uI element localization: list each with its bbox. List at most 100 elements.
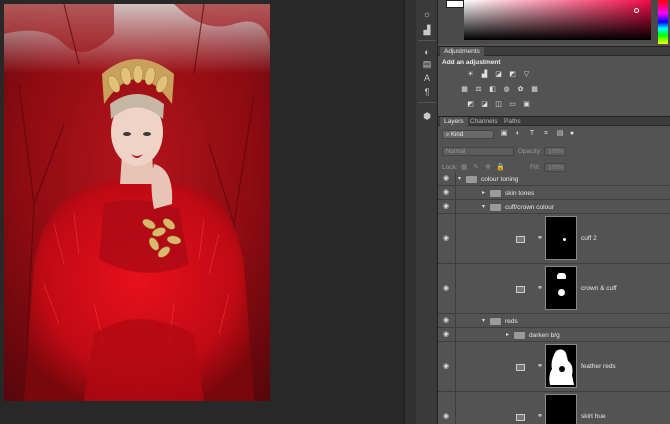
layer-name: reds: [505, 318, 518, 325]
black-white-icon[interactable]: ◧: [488, 86, 497, 94]
layer-row-crown-cuff[interactable]: ◉ ⚭ crown & cuff: [438, 264, 670, 314]
folder-icon: [490, 204, 501, 211]
canvas-area[interactable]: [0, 0, 404, 424]
collapse-triangle-icon[interactable]: ▾: [458, 175, 461, 182]
eye-icon[interactable]: ◉: [441, 317, 451, 325]
layer-name: cuff/crown colour: [505, 204, 555, 211]
foreground-swatch[interactable]: [446, 0, 464, 8]
layer-mask-thumbnail[interactable]: [545, 266, 577, 310]
threshold-icon[interactable]: ◫: [494, 101, 503, 109]
filter-kind-label: Kind: [451, 132, 464, 138]
lock-all-icon[interactable]: 🔒: [496, 164, 505, 172]
layer-row-colour-toning[interactable]: ◉ ▾ colour toning: [438, 172, 670, 186]
filter-adjustment-icon[interactable]: ◐: [514, 130, 522, 138]
layer-name: crown & cuff: [581, 285, 617, 292]
posterize-icon[interactable]: ◪: [480, 101, 489, 109]
layer-name: skin tones: [505, 190, 535, 197]
layer-name: colour toning: [481, 176, 519, 183]
document-image[interactable]: [4, 4, 270, 401]
lock-position-icon[interactable]: ✥: [484, 164, 492, 172]
link-chain-icon[interactable]: ⚭: [537, 285, 543, 293]
right-panels: Adjustments Add an adjustment ☀ ▟ ◪ ◩ ▽ …: [438, 0, 670, 424]
filter-type-icon[interactable]: T: [528, 130, 536, 138]
gradient-map-icon[interactable]: ▭: [508, 101, 517, 109]
tab-paths[interactable]: Paths: [500, 117, 525, 126]
lock-transparent-icon[interactable]: ▦: [460, 164, 468, 172]
filter-shape-icon[interactable]: ⌗: [542, 130, 550, 138]
blend-mode-select[interactable]: Normal: [442, 147, 514, 156]
color-picker-panel: [438, 0, 670, 44]
character-icon[interactable]: A: [420, 72, 434, 84]
collapse-triangle-icon[interactable]: ▾: [482, 203, 485, 210]
3d-cube-icon[interactable]: ⬢: [420, 110, 434, 122]
add-adjustment-label: Add an adjustment: [442, 59, 501, 66]
tab-channels[interactable]: Channels: [466, 117, 501, 126]
adjustments-header: Adjustments: [438, 46, 670, 56]
levels-icon[interactable]: ▟: [480, 71, 489, 79]
folder-icon: [490, 190, 501, 197]
paragraph-icon[interactable]: ¶: [420, 86, 434, 98]
brightness-icon[interactable]: ☼: [420, 8, 434, 20]
tab-adjustments[interactable]: Adjustments: [440, 47, 484, 56]
layers-panel-icon[interactable]: ▤: [420, 58, 434, 70]
link-chain-icon[interactable]: ⚭: [537, 235, 543, 243]
vibrance-icon[interactable]: ▽: [522, 71, 531, 79]
brightness-contrast-icon[interactable]: ☀: [466, 71, 475, 79]
layer-row-darken-bg[interactable]: ◉ ▸ darken b/g: [438, 328, 670, 342]
layer-mask-thumbnail[interactable]: [545, 216, 577, 260]
color-field[interactable]: [464, 0, 651, 40]
layer-name: skirt hue: [581, 413, 606, 420]
invert-icon[interactable]: ◩: [466, 101, 475, 109]
selective-color-icon[interactable]: ▣: [522, 101, 531, 109]
expand-triangle-icon[interactable]: ▸: [506, 331, 509, 338]
eye-icon[interactable]: ◉: [441, 363, 451, 371]
hue-slider[interactable]: [658, 0, 668, 44]
hue-saturation-icon[interactable]: ▦: [460, 86, 469, 94]
layer-name: darken b/g: [529, 332, 560, 339]
opacity-field[interactable]: 100%: [544, 147, 566, 156]
eye-icon[interactable]: ◉: [441, 285, 451, 293]
eye-icon[interactable]: ◉: [441, 331, 451, 339]
channel-mixer-icon[interactable]: ✿: [516, 86, 525, 94]
layer-row-reds[interactable]: ◉ ▾ reds: [438, 314, 670, 328]
filter-pixel-icon[interactable]: ▣: [500, 130, 508, 138]
link-chain-icon[interactable]: ⚭: [537, 363, 543, 371]
eye-icon[interactable]: ◉: [441, 413, 451, 421]
photo-filter-icon[interactable]: ◍: [502, 86, 511, 94]
filter-toggle-icon[interactable]: ●: [568, 130, 576, 138]
divider: [418, 40, 436, 41]
lock-image-icon[interactable]: ✎: [472, 164, 480, 172]
layer-mask-thumbnail[interactable]: [545, 344, 577, 388]
adjustment-layer-icon: [516, 286, 525, 293]
divider: [418, 102, 436, 103]
collapse-triangle-icon[interactable]: ▾: [482, 317, 485, 324]
layer-mask-thumbnail[interactable]: [545, 394, 577, 424]
color-lookup-icon[interactable]: ▦: [530, 86, 539, 94]
layer-row-feather-reds[interactable]: ◉ ⚭ feather reds: [438, 342, 670, 392]
eye-icon[interactable]: ◉: [441, 203, 451, 211]
color-balance-icon[interactable]: ⚖: [474, 86, 483, 94]
eye-icon[interactable]: ◉: [441, 235, 451, 243]
tab-layers[interactable]: Layers: [440, 117, 468, 126]
filter-smart-object-icon[interactable]: ▤: [556, 130, 564, 138]
exposure-icon[interactable]: ◩: [508, 71, 517, 79]
fill-label: Fill:: [530, 164, 541, 171]
color-cursor[interactable]: [634, 8, 639, 13]
layer-row-cuff-crown-colour[interactable]: ◉ ▾ cuff/crown colour: [438, 200, 670, 214]
layer-row-cuff-2[interactable]: ◉ ⚭ cuff 2: [438, 214, 670, 264]
eye-icon[interactable]: ◉: [441, 175, 451, 183]
filter-kind-select[interactable]: ⌕ Kind: [442, 130, 494, 139]
eye-icon[interactable]: ◉: [441, 189, 451, 197]
histogram-icon[interactable]: ▟: [420, 24, 434, 36]
curves-icon[interactable]: ◪: [494, 71, 503, 79]
panel-resize-divider[interactable]: [404, 0, 416, 424]
lock-label: Lock:: [442, 164, 458, 171]
folder-icon: [490, 318, 501, 325]
adjustments-panel-icon[interactable]: ◐: [420, 46, 434, 58]
expand-triangle-icon[interactable]: ▸: [482, 189, 485, 196]
layer-row-skirt-hue[interactable]: ◉ ⚭ skirt hue: [438, 392, 670, 424]
fill-field[interactable]: 100%: [544, 163, 566, 172]
mask-shape: [549, 349, 574, 385]
layer-row-skin-tones[interactable]: ◉ ▸ skin tones: [438, 186, 670, 200]
link-chain-icon[interactable]: ⚭: [537, 413, 543, 421]
